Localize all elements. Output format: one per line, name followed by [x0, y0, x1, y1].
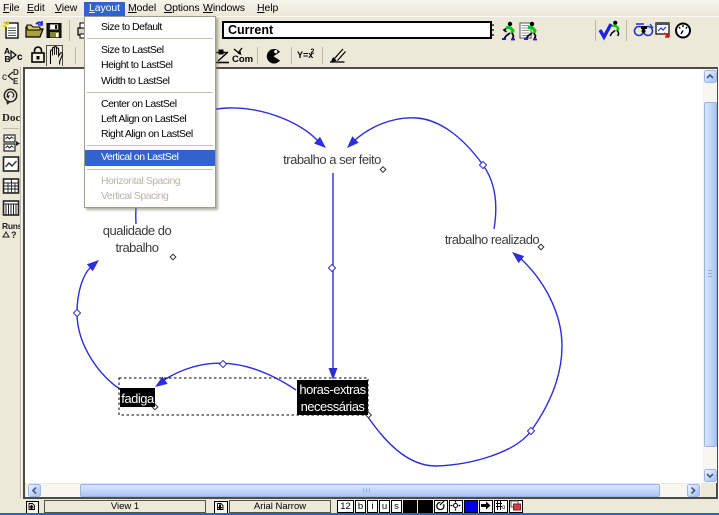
svg-text:2: 2 — [311, 49, 315, 56]
svg-text:Com: Com — [232, 54, 253, 65]
svg-text:c: c — [2, 72, 7, 83]
svg-text:B: B — [5, 54, 11, 64]
svg-text:c: c — [17, 52, 23, 63]
svg-text:o: o — [502, 505, 506, 511]
svg-text:E: E — [13, 77, 19, 86]
svg-text:?: ? — [11, 230, 17, 240]
svg-text:D: D — [13, 68, 19, 77]
svg-text:Doc: Doc — [2, 112, 20, 124]
